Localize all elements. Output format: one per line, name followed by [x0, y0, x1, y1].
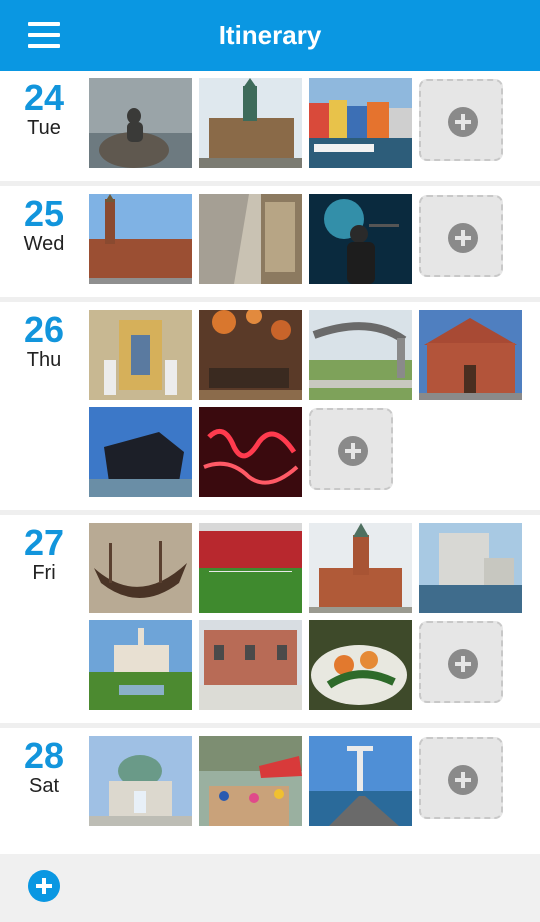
photo-church-tower[interactable]	[309, 523, 412, 613]
photo-bellevue-lifeguard-tower[interactable]	[309, 736, 412, 826]
photo-church-altar[interactable]	[89, 310, 192, 400]
add-photo-button[interactable]	[419, 79, 503, 161]
add-photo-button[interactable]	[419, 621, 503, 703]
add-day-button[interactable]	[28, 870, 60, 902]
plus-circle-icon	[338, 436, 368, 466]
day-name: Thu	[26, 349, 62, 371]
day-number: 24	[23, 77, 65, 118]
photo-concert-singer[interactable]	[309, 194, 412, 284]
photo-street-market[interactable]	[199, 736, 302, 826]
day-section-25: 25 Wed	[0, 186, 540, 297]
day-section-24: 24 Tue	[0, 71, 540, 181]
day-section-27: 27 Fri	[0, 515, 540, 723]
photo-museum-interior[interactable]	[199, 194, 302, 284]
photo-park-sculpture[interactable]	[309, 310, 412, 400]
day-name: Sat	[28, 775, 60, 797]
add-photo-button[interactable]	[419, 195, 503, 277]
day-name: Wed	[23, 233, 65, 255]
day-number: 28	[23, 735, 65, 776]
photo-marble-church[interactable]	[89, 736, 192, 826]
photo-city-hall[interactable]	[89, 194, 192, 284]
day-number: 25	[23, 193, 65, 234]
photo-tivoli-gardens[interactable]	[89, 620, 192, 710]
photo-nyhavn-harbor[interactable]	[309, 78, 412, 168]
photo-copenhagen-stock-exchange[interactable]	[199, 78, 302, 168]
page-title: Itinerary	[218, 20, 322, 50]
add-photo-button[interactable]	[309, 408, 393, 490]
day-section-28: 28 Sat	[0, 728, 540, 854]
day-number: 26	[23, 309, 65, 350]
day-name: Tue	[27, 117, 61, 139]
plus-circle-icon	[448, 765, 478, 795]
plus-circle-icon	[448, 223, 478, 253]
bottom-bar	[0, 854, 540, 922]
app-bar: Itinerary	[0, 0, 540, 71]
photo-little-mermaid-statue[interactable]	[89, 78, 192, 168]
photo-black-diamond-library[interactable]	[89, 407, 192, 497]
photo-football-stadium[interactable]	[199, 523, 302, 613]
photo-food-plate[interactable]	[309, 620, 412, 710]
day-number: 27	[23, 522, 65, 563]
itinerary-list: 24 Tue 25 Wed 26 Thu 27 Fri 28 Sat	[0, 71, 540, 854]
photo-neon-sign[interactable]	[199, 407, 302, 497]
add-photo-button[interactable]	[419, 737, 503, 819]
photo-red-brick-building[interactable]	[419, 310, 522, 400]
day-section-26: 26 Thu	[0, 302, 540, 510]
plus-circle-icon	[448, 107, 478, 137]
day-name: Fri	[32, 562, 56, 584]
photo-modern-waterfront-building[interactable]	[419, 523, 522, 613]
plus-circle-icon	[448, 649, 478, 679]
photo-brick-museum-building[interactable]	[199, 620, 302, 710]
photo-viking-ship-museum[interactable]	[89, 523, 192, 613]
photo-lounge-interior[interactable]	[199, 310, 302, 400]
